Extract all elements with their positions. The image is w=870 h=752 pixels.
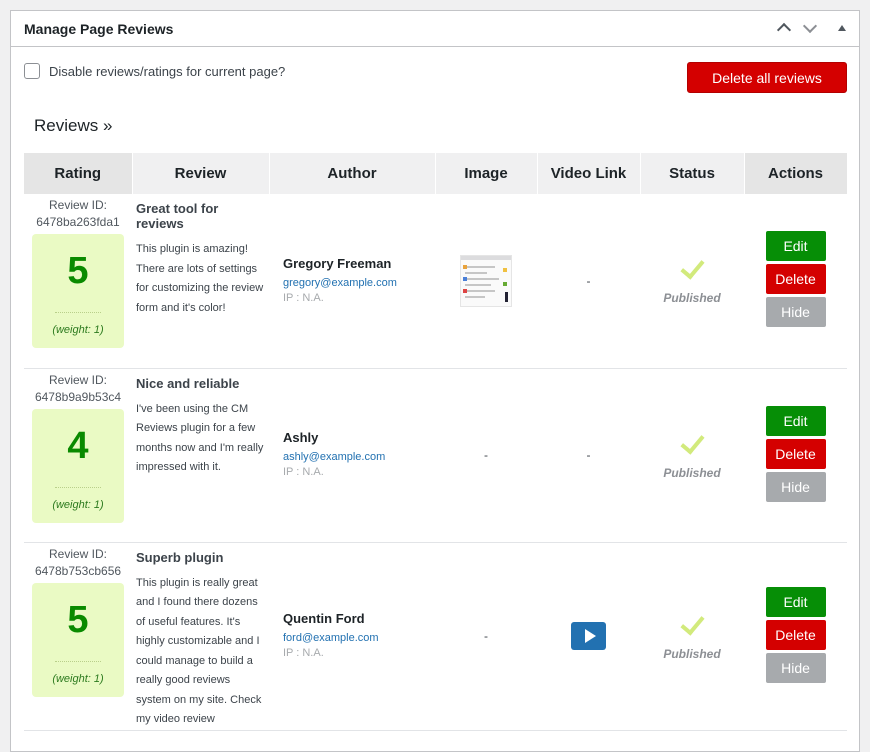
author-ip: IP : N.A.: [283, 291, 324, 304]
review-text: I've been using the CM Reviews plugin fo…: [136, 402, 264, 474]
review-title: Great tool for reviews: [136, 201, 219, 231]
move-up-button[interactable]: [773, 17, 795, 39]
actions-cell: Edit Delete Hide: [744, 542, 847, 731]
actions-cell: Edit Delete Hide: [744, 368, 847, 543]
author-email-link[interactable]: ford@example.com: [283, 631, 435, 645]
review-title: Superb plugin: [136, 549, 224, 565]
review-id: 6478ba263fda1: [36, 215, 120, 229]
column-header-author: Author: [269, 153, 436, 194]
video-link-cell: -: [537, 368, 640, 543]
check-icon: [679, 254, 705, 280]
rating-cell: Review ID: 6478b753cb656 5 (weight: 1): [24, 542, 132, 731]
review-id-label: Review ID:: [48, 372, 107, 387]
reviews-table: Rating Review Author Image Video Link St…: [24, 153, 848, 731]
delete-button[interactable]: Delete: [765, 264, 826, 295]
disable-reviews-option[interactable]: Disable reviews/ratings for current page…: [24, 63, 285, 79]
rating-box: 4 (weight: 1): [32, 408, 124, 523]
hide-button[interactable]: Hide: [765, 297, 826, 328]
image-cell: -: [435, 542, 537, 731]
status-text: Published: [663, 465, 721, 480]
reviews-heading: Reviews »: [34, 116, 113, 135]
rating-weight: (weight: 1): [52, 498, 104, 511]
author-name: Gregory Freeman: [283, 255, 392, 271]
author-email-link[interactable]: ashly@example.com: [283, 450, 435, 464]
status-cell: Published: [640, 542, 744, 731]
disable-reviews-label: Disable reviews/ratings for current page…: [49, 63, 286, 79]
table-header-row: Rating Review Author Image Video Link St…: [24, 153, 848, 194]
table-row: Review ID: 6478ba263fda1 5 (weight: 1) G…: [24, 194, 847, 369]
check-icon: [679, 609, 705, 636]
rating-divider: [55, 660, 101, 662]
column-header-status: Status: [640, 153, 745, 194]
chevron-down-icon: [802, 18, 818, 34]
author-name: Ashly: [283, 430, 319, 445]
column-header-actions: Actions: [744, 153, 848, 194]
author-ip: IP : N.A.: [283, 647, 324, 659]
rating-cell: Review ID: 6478b9a9b53c4 4 (weight: 1): [24, 368, 132, 543]
image-cell: -: [435, 368, 537, 543]
review-id-label: Review ID:: [48, 198, 107, 212]
panel-title: Manage Page Reviews: [24, 21, 174, 37]
rating-value: 5: [67, 598, 89, 641]
play-icon: [584, 629, 596, 643]
disable-reviews-checkbox[interactable]: [24, 63, 40, 79]
rating-value: 5: [67, 250, 89, 292]
video-play-button[interactable]: [571, 622, 606, 650]
review-cell: Nice and reliable I've been using the CM…: [132, 368, 269, 543]
toggle-panel-button[interactable]: [831, 17, 853, 39]
status-cell: Published: [640, 368, 744, 543]
rating-divider: [55, 312, 101, 313]
rating-box: 5 (weight: 1): [32, 582, 124, 697]
column-header-image: Image: [435, 153, 538, 194]
author-cell: Ashly ashly@example.com IP : N.A.: [269, 368, 435, 543]
review-image-thumbnail[interactable]: [460, 254, 512, 307]
actions-cell: Edit Delete Hide: [744, 194, 847, 369]
chevron-up-icon: [776, 22, 792, 38]
video-link-cell: -: [537, 194, 640, 369]
edit-button[interactable]: Edit: [765, 405, 826, 436]
rating-value: 4: [67, 424, 89, 467]
column-header-rating: Rating: [24, 153, 133, 194]
check-icon: [679, 428, 705, 455]
review-cell: Great tool for reviews This plugin is am…: [132, 194, 269, 369]
review-id: 6478b753cb656: [34, 563, 122, 578]
rating-weight: (weight: 1): [52, 324, 104, 336]
triangle-up-icon: [838, 25, 846, 31]
author-cell: Quentin Ford ford@example.com IP : N.A.: [269, 542, 435, 731]
image-cell: [435, 194, 537, 369]
rating-cell: Review ID: 6478ba263fda1 5 (weight: 1): [24, 194, 132, 369]
author-cell: Gregory Freeman gregory@example.com IP :…: [269, 194, 435, 369]
status-text: Published: [663, 646, 721, 661]
review-cell: Superb plugin This plugin is really grea…: [132, 542, 269, 731]
delete-button[interactable]: Delete: [765, 619, 826, 650]
review-title: Nice and reliable: [136, 375, 240, 391]
column-header-review: Review: [132, 153, 270, 194]
status-text: Published: [663, 291, 721, 306]
edit-button[interactable]: Edit: [765, 231, 826, 262]
video-link-cell: [537, 542, 640, 731]
author-name: Quentin Ford: [283, 611, 365, 626]
hide-button[interactable]: Hide: [765, 652, 826, 683]
column-header-video-link: Video Link: [537, 153, 641, 194]
panel-header: Manage Page Reviews: [11, 11, 859, 47]
edit-button[interactable]: Edit: [765, 586, 826, 617]
delete-all-reviews-button[interactable]: Delete all reviews: [687, 62, 847, 93]
hide-button[interactable]: Hide: [765, 471, 826, 502]
rating-divider: [55, 486, 101, 488]
author-ip: IP : N.A.: [283, 466, 324, 478]
rating-box: 5 (weight: 1): [32, 234, 124, 348]
table-row: Review ID: 6478b753cb656 5 (weight: 1) S…: [24, 542, 847, 731]
review-id: 6478b9a9b53c4: [34, 389, 122, 404]
author-email-link[interactable]: gregory@example.com: [283, 276, 435, 290]
review-id-label: Review ID:: [48, 546, 107, 561]
rating-weight: (weight: 1): [52, 672, 104, 685]
move-down-button[interactable]: [799, 17, 821, 39]
delete-button[interactable]: Delete: [765, 438, 826, 469]
review-text: This plugin is amazing! There are lots o…: [136, 243, 264, 314]
table-row: Review ID: 6478b9a9b53c4 4 (weight: 1) N…: [24, 368, 847, 543]
review-text: This plugin is really great and I found …: [136, 576, 262, 726]
status-cell: Published: [640, 194, 744, 369]
manage-reviews-panel: Manage Page Reviews Disable reviews/rati…: [10, 10, 860, 752]
